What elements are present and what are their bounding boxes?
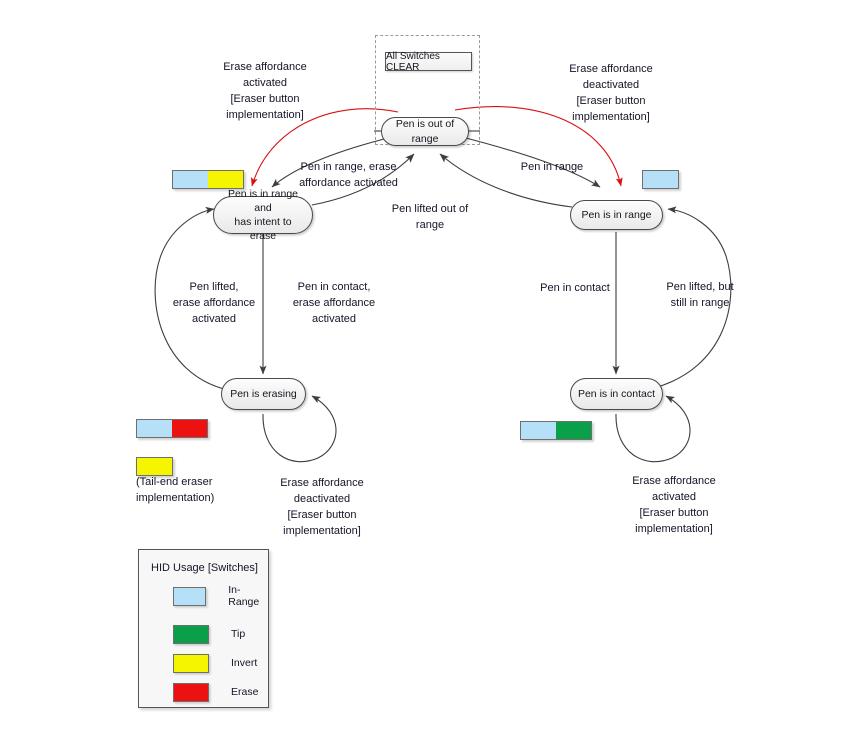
legend-label: Tip	[231, 628, 246, 640]
state-pen-is-in-contact[interactable]: Pen is in contact	[570, 378, 663, 410]
legend-item-in-range: In-Range	[139, 584, 268, 608]
label-pen-lifted-out-of-range: Pen lifted out of range	[391, 203, 469, 231]
state-label: Pen is in range	[581, 208, 652, 221]
label-pen-lifted-but-still-in-range: Pen lifted, but still in range	[666, 281, 734, 309]
label-incontact-self-loop: Erase affordance activated [Eraser butto…	[632, 475, 716, 535]
swatch-in-contact	[520, 421, 592, 440]
legend-chip-invert	[173, 653, 209, 673]
label-pen-in-range: Pen in range	[520, 161, 584, 173]
swatch-erasing	[136, 419, 208, 438]
swatch-cell-erase	[172, 420, 207, 437]
legend-title: HID Usage [Switches]	[151, 562, 258, 574]
swatch-cell-in-range	[643, 171, 678, 188]
swatch-cell-in-range	[137, 420, 172, 437]
swatch-tail-end-eraser	[136, 457, 173, 476]
swatch-cell-tip	[556, 422, 591, 439]
label-pen-in-range-erase-affordance-activated: Pen in range, erase affordance activated	[299, 161, 398, 189]
all-switches-clear-box: All Switches CLEAR	[385, 50, 472, 73]
state-label: Pen is erasing	[230, 387, 297, 400]
swatch-cell-in-range	[521, 422, 556, 439]
legend-panel: HID Usage [Switches] In-Range Tip Invert…	[138, 549, 269, 708]
state-label: Pen is in contact	[577, 387, 656, 400]
state-pen-is-out-of-range[interactable]: Pen is out of range	[381, 117, 469, 146]
swatch-cell-invert	[208, 171, 243, 188]
label-pen-in-contact-erase-affordance-activated: Pen in contact, erase affordance activat…	[292, 281, 376, 325]
swatch-in-range	[642, 170, 679, 189]
all-switches-clear-label: All Switches CLEAR	[386, 50, 440, 73]
legend-label: Invert	[231, 657, 258, 669]
legend-chip-tip	[173, 624, 209, 644]
label-pen-in-contact: Pen in contact	[540, 282, 610, 294]
legend-chip-in-range	[173, 586, 207, 606]
state-pen-is-in-range-and-has-intent-to-erase[interactable]: Pen is in range and has intent to erase	[213, 188, 313, 242]
swatch-in-range-intent-erase	[172, 170, 244, 189]
diagram-canvas: All Switches CLEAR Pen is out of range P…	[0, 0, 864, 755]
legend-item-invert: Invert	[139, 652, 268, 674]
state-pen-is-in-range[interactable]: Pen is in range	[570, 200, 663, 230]
state-pen-is-erasing[interactable]: Pen is erasing	[221, 378, 306, 410]
note-tail-end-eraser-implementation: (Tail-end eraser implementation)	[136, 476, 215, 504]
label-erase-affordance-deactivated-eraser-button: Erase affordance deactivated [Eraser but…	[569, 63, 653, 123]
label-pen-lifted-erase-affordance-activated: Pen lifted, erase affordance activated	[172, 281, 256, 325]
legend-item-tip: Tip	[139, 623, 268, 645]
swatch-cell-invert	[137, 458, 172, 475]
state-label: Pen is out of range	[395, 118, 455, 145]
legend-item-erase: Erase	[139, 681, 268, 703]
legend-chip-erase	[173, 682, 209, 702]
swatch-cell-in-range	[173, 171, 208, 188]
legend-label: In-Range	[228, 584, 260, 608]
state-label: Pen is in range and has intent to erase	[227, 187, 299, 243]
legend-label: Erase	[231, 686, 259, 698]
label-erase-affordance-activated-eraser-button: Erase affordance activated [Eraser butto…	[223, 61, 307, 121]
